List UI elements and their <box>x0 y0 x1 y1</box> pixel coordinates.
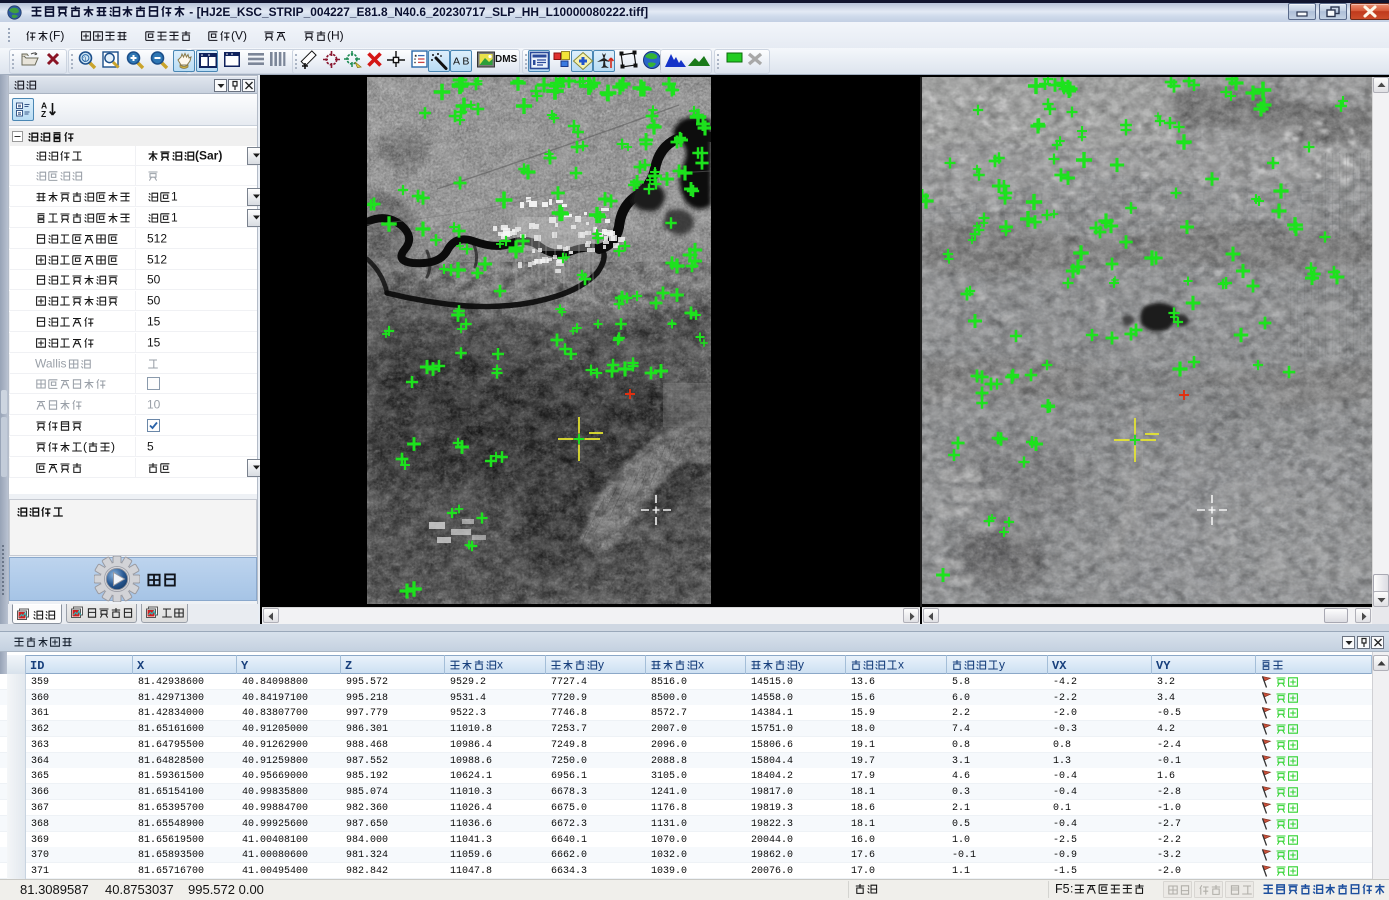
svg-text:15: 15 <box>147 314 161 328</box>
svg-text:(H): (H) <box>327 28 344 42</box>
svg-text:x: x <box>898 658 904 671</box>
svg-text:y: y <box>598 658 604 671</box>
svg-text:Wallis: Wallis <box>35 356 67 370</box>
svg-text:A B: A B <box>453 56 469 68</box>
svg-text:DMS: DMS <box>495 54 518 65</box>
svg-text:15: 15 <box>147 335 161 349</box>
svg-text:): ) <box>111 439 115 453</box>
svg-text:5: 5 <box>147 439 154 453</box>
svg-text:x: x <box>497 658 503 671</box>
svg-text:Z: Z <box>41 109 46 119</box>
svg-text:1: 1 <box>171 210 178 224</box>
svg-text:10: 10 <box>147 397 161 411</box>
svg-text::: : <box>1070 881 1073 895</box>
svg-text::): :) <box>82 57 86 63</box>
svg-text:y: y <box>999 658 1005 671</box>
svg-text:(Sar): (Sar) <box>195 148 222 162</box>
svg-text:50: 50 <box>147 293 161 307</box>
svg-text:x: x <box>698 658 704 671</box>
svg-text:1: 1 <box>171 189 178 203</box>
svg-text:512: 512 <box>147 231 167 245</box>
svg-text:(F): (F) <box>49 28 64 42</box>
svg-text:y: y <box>798 658 804 671</box>
svg-text:512: 512 <box>147 252 167 266</box>
svg-text:50: 50 <box>147 272 161 286</box>
svg-text:(: ( <box>83 439 87 453</box>
svg-text:(V): (V) <box>231 28 247 42</box>
